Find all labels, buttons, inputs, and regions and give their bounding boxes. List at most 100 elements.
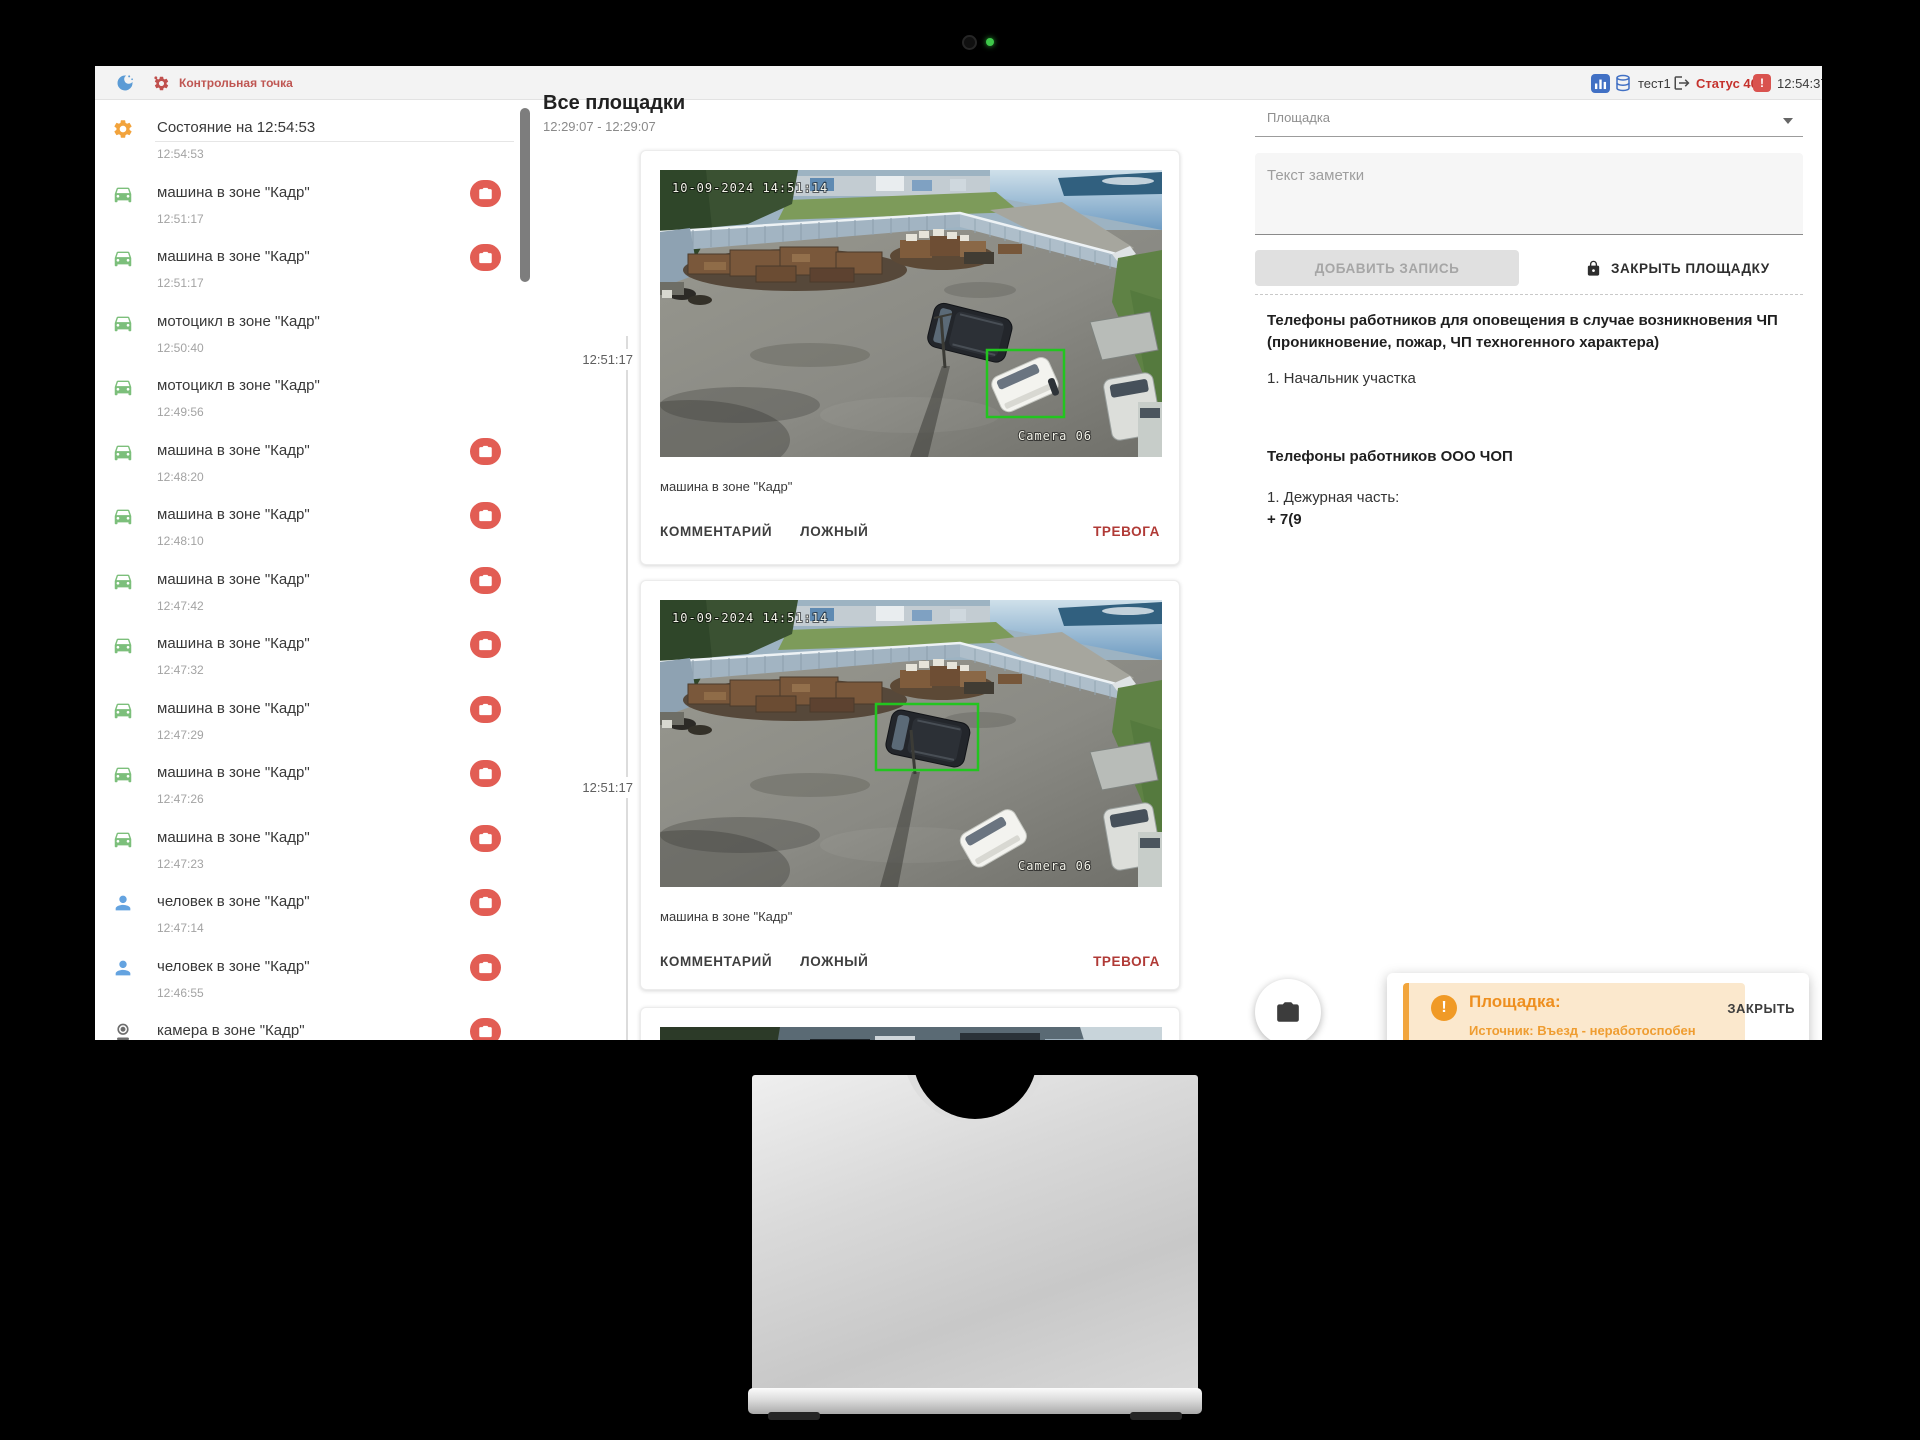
username: тест1 xyxy=(1638,66,1671,100)
event-item[interactable]: машина в зоне "Кадр" 12:48:10 xyxy=(95,498,520,563)
event-caption: машина в зоне "Кадр" xyxy=(660,479,1160,494)
event-time: 12:51:17 xyxy=(157,276,204,290)
snapshot-badge[interactable] xyxy=(470,889,501,916)
snapshot-badge[interactable] xyxy=(470,567,501,594)
osd-camera-label: Camera 06 xyxy=(1018,429,1092,443)
event-item[interactable]: мотоцикл в зоне "Кадр" 12:49:56 xyxy=(95,369,520,434)
event-title: камера в зоне "Кадр" xyxy=(157,1022,305,1039)
car-icon xyxy=(112,247,134,269)
event-title: мотоцикл в зоне "Кадр" xyxy=(157,313,320,330)
site-select-label: Площадка xyxy=(1267,110,1330,125)
event-time: 12:54:53 xyxy=(157,147,204,161)
event-item[interactable]: машина в зоне "Кадр" 12:47:26 xyxy=(95,756,520,821)
note-input[interactable] xyxy=(1255,153,1803,235)
event-item[interactable]: машина в зоне "Кадр" 12:51:17 xyxy=(95,240,520,305)
snapshot-badge[interactable] xyxy=(470,1018,501,1040)
event-time: 12:46:55 xyxy=(157,986,204,1000)
snapshot-badge[interactable] xyxy=(470,244,501,271)
night-mode-icon[interactable] xyxy=(115,66,135,100)
stand-foot xyxy=(768,1412,820,1420)
screenshot-fab[interactable] xyxy=(1255,979,1321,1040)
camera-snapshot[interactable]: 10-09-2024 14:51:14 Camera 06 xyxy=(660,170,1162,457)
person-icon xyxy=(112,892,134,914)
close-site-label: ЗАКРЫТЬ ПЛОЩАДКУ xyxy=(1611,261,1770,276)
event-item[interactable]: машина в зоне "Кадр" 12:47:23 xyxy=(95,821,520,886)
event-title: машина в зоне "Кадр" xyxy=(157,506,310,523)
snapshot-badge[interactable] xyxy=(470,954,501,981)
webcam-led-icon xyxy=(986,38,994,46)
event-time: 12:47:42 xyxy=(157,599,204,613)
monitor: Контрольная точка тест1 Статус 40% ! 12:… xyxy=(0,0,1920,1440)
event-title: машина в зоне "Кадр" xyxy=(157,184,310,201)
false-alarm-button[interactable]: ЛОЖНЫЙ xyxy=(800,524,868,539)
app-window: Контрольная точка тест1 Статус 40% ! 12:… xyxy=(95,66,1822,1040)
event-caption: машина в зоне "Кадр" xyxy=(660,909,1160,924)
monitor-stand xyxy=(752,1075,1198,1390)
car-icon xyxy=(112,376,134,398)
close-site-button[interactable]: ЗАКРЫТЬ ПЛОЩАДКУ xyxy=(1585,250,1770,286)
false-alarm-button[interactable]: ЛОЖНЫЙ xyxy=(800,954,868,969)
osd-timestamp: 10-09-2024 14:51:14 xyxy=(672,611,828,625)
alarm-button[interactable]: ТРЕВОГА xyxy=(1093,524,1160,539)
event-title: машина в зоне "Кадр" xyxy=(157,829,310,846)
event-title: человек в зоне "Кадр" xyxy=(157,958,310,975)
event-item[interactable]: мотоцикл в зоне "Кадр" 12:50:40 xyxy=(95,305,520,370)
event-time: 12:48:20 xyxy=(157,470,204,484)
toast-title: Площадка: xyxy=(1469,992,1561,1012)
event-title: машина в зоне "Кадр" xyxy=(157,700,310,717)
emergency-heading: Телефоны работников для оповещения в слу… xyxy=(1267,310,1802,354)
chevron-down-icon xyxy=(1783,118,1793,124)
camera-icon xyxy=(1275,999,1301,1025)
logout-icon[interactable] xyxy=(1673,66,1691,100)
osd-timestamp: 10-09-2024 14:51:14 xyxy=(672,181,828,195)
camera-snapshot[interactable]: 10-09-2024 14:51:14 Camera 06 xyxy=(660,600,1162,887)
car-icon xyxy=(112,634,134,656)
duty-line: 1. Дежурная часть: xyxy=(1267,487,1802,509)
comment-button[interactable]: КОММЕНТАРИЙ xyxy=(660,524,772,539)
snapshot-badge[interactable] xyxy=(470,631,501,658)
scrollbar-thumb[interactable] xyxy=(520,108,530,282)
camera-snapshot[interactable] xyxy=(660,1027,1162,1040)
car-icon xyxy=(112,441,134,463)
snapshot-badge[interactable] xyxy=(470,696,501,723)
warning-toast: ! Площадка: Источник: Въезд - неработосп… xyxy=(1387,973,1809,1040)
divider xyxy=(155,141,514,142)
event-item[interactable]: машина в зоне "Кадр" 12:47:29 xyxy=(95,692,520,757)
event-title: мотоцикл в зоне "Кадр" xyxy=(157,377,320,394)
event-time: 12:50:40 xyxy=(157,341,204,355)
event-item[interactable]: человек в зоне "Кадр" 12:47:14 xyxy=(95,885,520,950)
alert-icon[interactable]: ! xyxy=(1753,66,1771,100)
alarm-button[interactable]: ТРЕВОГА xyxy=(1093,954,1160,969)
stand-foot xyxy=(1130,1412,1182,1420)
person-icon xyxy=(112,957,134,979)
top-app-bar: Контрольная точка тест1 Статус 40% ! 12:… xyxy=(95,66,1822,100)
database-icon[interactable] xyxy=(1614,66,1632,100)
event-item[interactable]: машина в зоне "Кадр" 12:51:17 xyxy=(95,176,520,241)
car-icon xyxy=(112,505,134,527)
comment-button[interactable]: КОММЕНТАРИЙ xyxy=(660,954,772,969)
event-item[interactable]: машина в зоне "Кадр" 12:48:20 xyxy=(95,434,520,499)
event-list: Состояние на 12:54:53 12:54:53 xyxy=(95,101,520,1040)
event-item[interactable]: человек в зоне "Кадр" 12:46:55 xyxy=(95,950,520,1015)
webcam-lens xyxy=(962,35,977,50)
snapshot-badge[interactable] xyxy=(470,825,501,852)
event-item[interactable]: машина в зоне "Кадр" 12:47:32 xyxy=(95,627,520,692)
stats-icon[interactable] xyxy=(1591,66,1610,100)
snapshot-badge[interactable] xyxy=(470,760,501,787)
car-icon xyxy=(112,183,134,205)
event-time: 12:47:32 xyxy=(157,663,204,677)
control-point-gear-icon[interactable] xyxy=(153,66,170,100)
divider xyxy=(1255,294,1803,295)
add-record-button[interactable]: ДОБАВИТЬ ЗАПИСЬ xyxy=(1255,250,1519,286)
toast-close-button[interactable]: ЗАКРЫТЬ xyxy=(1727,1001,1795,1016)
snapshot-badge[interactable] xyxy=(470,438,501,465)
event-item[interactable]: машина в зоне "Кадр" 12:47:42 xyxy=(95,563,520,628)
timeline-line xyxy=(626,336,628,1040)
snapshot-badge[interactable] xyxy=(470,180,501,207)
event-item[interactable]: Состояние на 12:54:53 12:54:53 xyxy=(95,111,520,176)
warning-toast-panel: ! Площадка: Источник: Въезд - неработосп… xyxy=(1403,983,1745,1040)
event-time: 12:49:56 xyxy=(157,405,204,419)
event-item[interactable]: камера в зоне "Кадр" xyxy=(95,1014,520,1040)
site-select[interactable]: Площадка xyxy=(1255,106,1803,137)
snapshot-badge[interactable] xyxy=(470,502,501,529)
